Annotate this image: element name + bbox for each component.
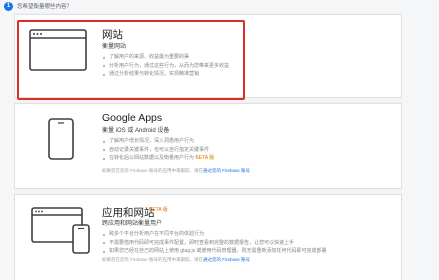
option-card-apps[interactable]: Google Apps 衡量 iOS 或 Android 设备 了解用户增长情况… [14, 103, 402, 189]
browser-and-phone-icon [31, 207, 90, 254]
option-card-website[interactable]: 网站 衡量网站 了解用户的来源、收益最为重要的渠 分析用户行为，通过这些行为，从… [14, 14, 402, 98]
feature-item: 不需要借用代码即可完成事件配置，即时查看到完整的数据报告，让您可以快速上手 [102, 239, 327, 248]
feature-item: 自动记录关键事件，也可以自行指定关键事件 [102, 146, 214, 155]
feature-item: 分析用户行为，通过这些行为，从而为您带来更多收益 [102, 62, 229, 71]
firebase-link[interactable]: 通过您的 Firebase 账号 [203, 257, 250, 262]
feature-item: 跨多个平台分析用户在不同平台的体验行为 [102, 230, 327, 239]
option-subtitle: 衡量网站 [102, 44, 127, 50]
firebase-note: 如果您在您有 Firebase 账号的应用中来跟踪，请在通过您的 Firebas… [102, 257, 251, 262]
feature-item: 了解用户增长情况，深入洞悉用户行为 [102, 137, 214, 146]
option-subtitle: 跨应用和网站衡量用户 [102, 221, 163, 227]
feature-list: 跨多个平台分析用户在不同平台的体验行为 不需要借用代码即可完成事件配置，即时查看… [102, 230, 327, 256]
browser-window-icon [29, 29, 87, 71]
option-title: 网站 [102, 29, 123, 41]
question-text: 您希望衡量哪些内容？ [17, 4, 73, 10]
feature-list: 了解用户增长情况，深入洞悉用户行为 自动记录关键事件，也可以自行指定关键事件 在… [102, 137, 214, 163]
option-card-app-and-web[interactable]: 应用和网站 BETA 版 跨应用和网站衡量用户 跨多个平台分析用户在不同平台的体… [14, 194, 402, 280]
beta-badge: BETA 版 [149, 207, 168, 213]
question-header: 1 您希望衡量哪些内容？ [4, 1, 72, 11]
firebase-link[interactable]: 通过您的 Firebase 账号 [203, 168, 250, 173]
option-title: Google Apps [102, 112, 163, 124]
feature-list: 了解用户的来源、收益最为重要的渠 分析用户行为，通过这些行为，从而为您带来更多收… [102, 53, 229, 79]
firebase-note: 如果您在您有 Firebase 账号的应用中来跟踪，请在通过您的 Firebas… [102, 168, 251, 173]
feature-item: 在转化后以网站数据以及衡量用户行为 BETA 版 [102, 154, 214, 163]
beta-badge: BETA 版 [195, 155, 215, 161]
feature-item: 如果您已经在自己的网站上使用 gtag.js 或使用代码管理器，则无需重新添加任… [102, 247, 327, 256]
question-number-badge: 1 [4, 1, 13, 11]
feature-item: 了解用户的来源、收益最为重要的渠 [102, 53, 229, 62]
feature-item: 通过分析结果与转化情况，实现精准营销 [102, 70, 229, 79]
option-subtitle: 衡量 iOS 或 Android 设备 [102, 128, 170, 134]
phone-icon [48, 118, 74, 160]
